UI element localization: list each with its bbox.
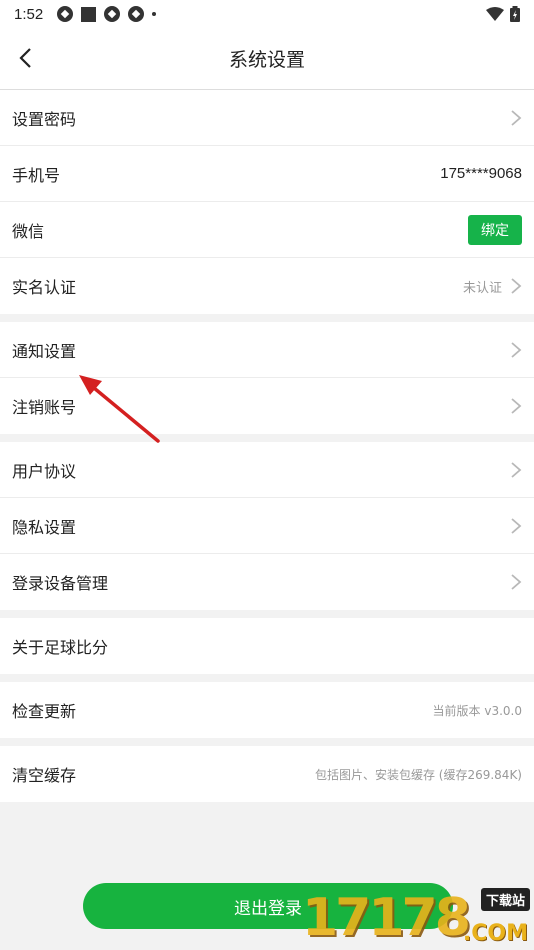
settings-group: 用户协议隐私设置登录设备管理 bbox=[0, 442, 534, 610]
status-time: 1:52 bbox=[14, 5, 44, 23]
page-title: 系统设置 bbox=[228, 49, 305, 71]
settings-row-label: 清空缓存 bbox=[12, 766, 77, 785]
group-divider bbox=[0, 314, 534, 322]
watermark-number: 17178 bbox=[302, 888, 471, 948]
phone-number-value: 175****9068 bbox=[440, 165, 522, 182]
settings-row[interactable]: 关于足球比分 bbox=[0, 618, 534, 674]
group-divider bbox=[0, 674, 534, 682]
settings-row-label: 检查更新 bbox=[12, 702, 77, 721]
settings-row-trailing bbox=[510, 341, 522, 359]
settings-row[interactable]: 清空缓存 包括图片、安装包缓存 (缓存269.84K) bbox=[0, 746, 534, 802]
notification-icons bbox=[57, 6, 157, 22]
settings-row[interactable]: 检查更新 当前版本 v3.0.0 bbox=[0, 682, 534, 738]
battery-icon bbox=[510, 6, 520, 22]
watermark-tag: 下载站 bbox=[480, 888, 530, 911]
bind-wechat-button[interactable]: 绑定 bbox=[468, 214, 522, 245]
chevron-right-icon bbox=[511, 109, 522, 126]
watermark: 17178 下载站 .COM bbox=[302, 888, 530, 948]
settings-row-trailing: 175****9068 bbox=[440, 165, 522, 182]
chevron-right-icon bbox=[511, 398, 522, 414]
back-button[interactable] bbox=[10, 43, 40, 73]
settings-row[interactable]: 微信 绑定 bbox=[0, 202, 534, 258]
settings-row-label: 设置密码 bbox=[12, 109, 77, 129]
settings-row[interactable]: 登录设备管理 bbox=[0, 554, 534, 610]
settings-row-label: 实名认证 bbox=[12, 278, 77, 297]
status-right bbox=[486, 6, 520, 22]
settings-row[interactable]: 隐私设置 bbox=[0, 498, 534, 554]
chevron-right-icon bbox=[511, 461, 522, 478]
settings-row-hint: 未认证 bbox=[462, 280, 502, 296]
more-dot-icon bbox=[152, 12, 157, 16]
settings-row-trailing: 包括图片、安装包缓存 (缓存269.84K) bbox=[315, 766, 522, 783]
settings-row[interactable]: 实名认证 未认证 bbox=[0, 258, 534, 314]
annotation-arrow-icon bbox=[79, 375, 160, 443]
settings-row-trailing bbox=[510, 397, 522, 415]
settings-row-label: 关于足球比分 bbox=[12, 638, 109, 657]
settings-row-trailing: 绑定 bbox=[468, 214, 522, 245]
settings-row-hint: 当前版本 v3.0.0 bbox=[432, 703, 522, 718]
chevron-right-icon bbox=[511, 278, 522, 294]
settings-row-trailing bbox=[510, 517, 522, 535]
nav-bar: 系统设置 bbox=[0, 28, 534, 90]
settings-group: 检查更新 当前版本 v3.0.0 bbox=[0, 682, 534, 738]
settings-group: 关于足球比分 bbox=[0, 618, 534, 674]
wifi-icon bbox=[486, 7, 504, 21]
settings-row-label: 通知设置 bbox=[12, 341, 77, 361]
settings-row[interactable]: 用户协议 bbox=[0, 442, 534, 498]
chevron-right-icon bbox=[511, 574, 522, 590]
app-square-icon bbox=[81, 6, 97, 22]
app-notification-icon bbox=[128, 6, 145, 22]
settings-row-label: 注销账号 bbox=[12, 398, 77, 417]
settings-row-label: 手机号 bbox=[12, 165, 61, 185]
settings-row-trailing bbox=[510, 461, 522, 479]
settings-row-trailing: 当前版本 v3.0.0 bbox=[433, 702, 522, 719]
status-bar: 1:52 bbox=[0, 0, 534, 28]
settings-row-label: 登录设备管理 bbox=[12, 574, 109, 593]
app-notification-icon bbox=[104, 6, 121, 22]
settings-group: 设置密码手机号 175****9068 微信 绑定实名认证 未认证 bbox=[0, 90, 534, 314]
settings-row-trailing bbox=[510, 573, 522, 591]
settings-row-label: 微信 bbox=[12, 221, 45, 241]
settings-row-trailing bbox=[510, 109, 522, 127]
chevron-right-icon bbox=[511, 341, 522, 358]
settings-row[interactable]: 设置密码 bbox=[0, 90, 534, 146]
settings-row[interactable]: 手机号 175****9068 bbox=[0, 146, 534, 202]
settings-row-trailing: 未认证 bbox=[463, 277, 522, 296]
settings-row-label: 用户协议 bbox=[12, 461, 77, 481]
group-divider bbox=[0, 738, 534, 746]
chevron-right-icon bbox=[511, 517, 522, 534]
group-divider bbox=[0, 610, 534, 618]
settings-group: 清空缓存 包括图片、安装包缓存 (缓存269.84K) bbox=[0, 746, 534, 802]
watermark-domain: .COM bbox=[462, 921, 528, 946]
app-notification-icon bbox=[57, 6, 74, 22]
settings-row-hint: 包括图片、安装包缓存 (缓存269.84K) bbox=[314, 767, 522, 782]
settings-row-label: 隐私设置 bbox=[12, 517, 77, 537]
chevron-left-icon bbox=[19, 48, 31, 68]
